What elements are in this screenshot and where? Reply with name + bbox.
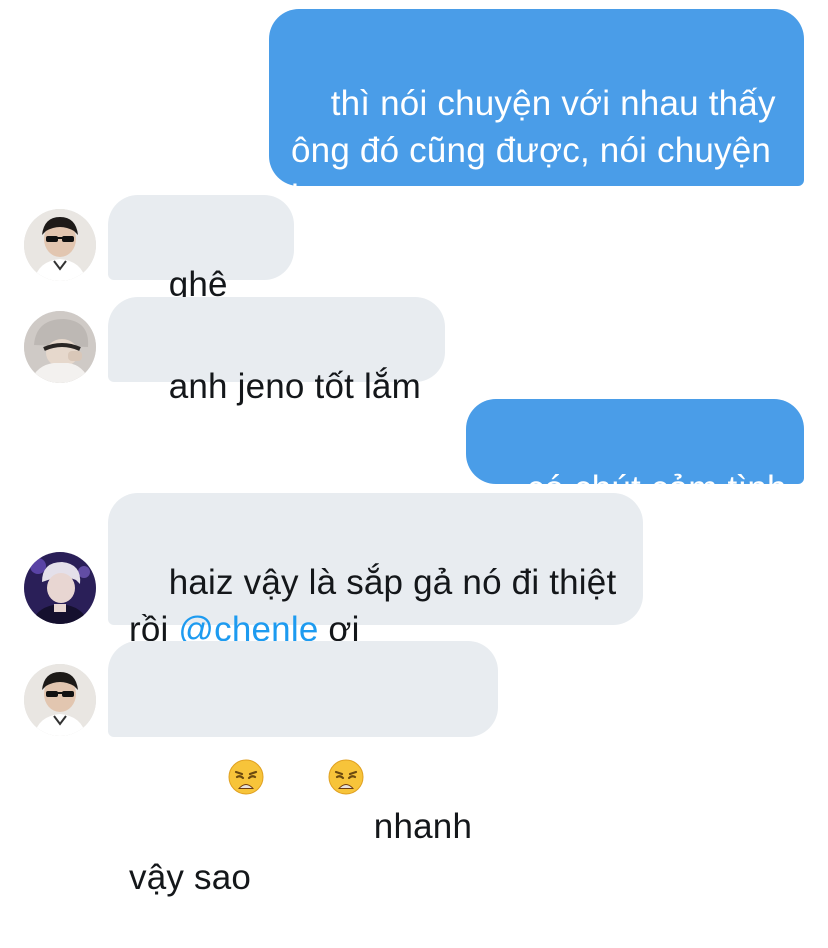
avatar[interactable]: [24, 311, 96, 383]
outgoing-message[interactable]: thì nói chuyện với nhau thấy ông đó cũng…: [269, 9, 804, 217]
avatar-purple-hair-icon: [24, 552, 96, 624]
weary-face-icon: [268, 712, 364, 854]
incoming-message[interactable]: ghê ghê: [108, 195, 294, 351]
avatar-beanie-icon: [24, 311, 96, 383]
message-text: thì nói chuyện với nhau thấy ông đó cũng…: [291, 84, 786, 217]
avatar[interactable]: [24, 664, 96, 736]
incoming-message[interactable]: haiz vậy là sắp gả nó đi thiệt rồi @chen…: [108, 493, 643, 649]
avatar[interactable]: [24, 552, 96, 624]
incoming-message[interactable]: anh jeno tốt lắm: [108, 297, 445, 406]
avatar-sunglasses-icon: [24, 664, 96, 736]
avatar[interactable]: [24, 209, 96, 281]
outgoing-message[interactable]: có chút cảm tình: [466, 399, 804, 508]
message-text: anh jeno tốt lắm: [168, 367, 421, 406]
weary-face-icon: [169, 712, 265, 854]
chat-thread: thì nói chuyện với nhau thấy ông đó cũng…: [0, 0, 828, 897]
avatar-sunglasses-icon: [24, 209, 96, 281]
incoming-message[interactable]: nhanh vậy sao: [108, 641, 498, 897]
